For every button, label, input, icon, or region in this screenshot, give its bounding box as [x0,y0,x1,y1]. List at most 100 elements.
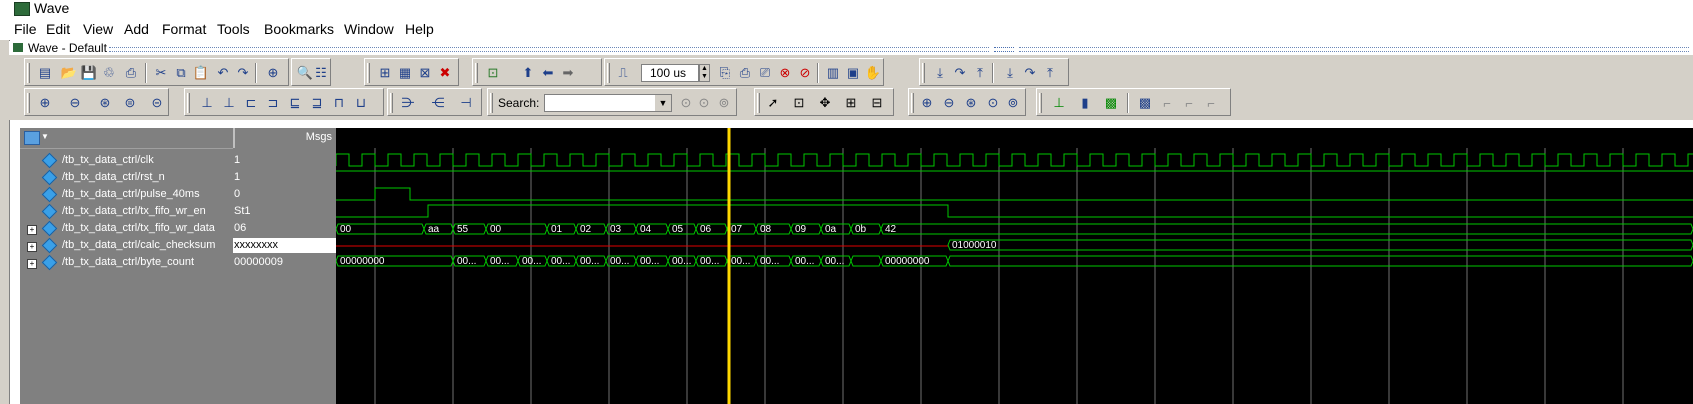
pane-grip-left[interactable] [109,47,989,52]
insert-cursor-icon[interactable]: ⊕ [35,93,55,113]
wave-2-icon[interactable]: ▮ [1075,93,1095,113]
back-icon[interactable]: ⬅ [538,63,558,83]
menu-format[interactable]: Format [162,21,206,37]
menu-add[interactable]: Add [124,21,149,37]
step-out-2-icon[interactable]: ⤒ [1040,63,1060,83]
waveform-canvas[interactable]: 00 aa 55 00 01 02 03 04 05 06 07 08 09 0a 0b 42 01000010… [336,128,1693,404]
step-over-icon[interactable]: ↷ [950,63,970,83]
run-all-icon[interactable]: ⎚ [755,63,775,83]
wave-3-icon[interactable]: ▩ [1101,93,1121,113]
menu-help[interactable]: Help [405,21,434,37]
compile-icon[interactable]: ⊞ [375,63,395,83]
search-prev-icon[interactable]: ⊙ [676,93,696,113]
signal-row-rst-n[interactable]: /tb_tx_data_ctrl/rst_n 1 [20,169,336,186]
lock-cursor-icon[interactable]: ⊛ [95,93,115,113]
edge-pos-icon[interactable]: ⊔ [351,93,371,113]
print-icon[interactable]: ⎙ [121,63,141,83]
expand-icon[interactable]: + [27,242,37,252]
zoom-region-icon[interactable]: ⊚ [1003,93,1023,113]
zoom-in-icon[interactable]: ⊕ [917,93,937,113]
zoom-out-icon[interactable]: ⊖ [939,93,959,113]
signal-row-calc-checksum[interactable]: + /tb_tx_data_ctrl/calc_checksum xxxxxxx… [20,237,336,254]
new-icon[interactable]: ▤ [35,63,55,83]
collapse-icon[interactable]: ⋲ [428,93,448,113]
rising-edge-icon[interactable]: ⊐ [263,93,283,113]
zoom-full-icon[interactable]: ⊛ [961,93,981,113]
wave-6-icon[interactable]: ⌐ [1179,93,1199,113]
save-icon[interactable]: 💾 [79,63,99,83]
copy-icon[interactable]: ⧉ [171,63,191,83]
edge-next-icon[interactable]: ⊥ [219,93,239,113]
expand-icon[interactable]: ⋺ [398,93,418,113]
run-length-icon[interactable]: ⎍ [613,63,633,83]
select-icon[interactable]: ➚ [763,93,783,113]
step-over-2-icon[interactable]: ↷ [1020,63,1040,83]
wave-options-icon[interactable] [24,131,40,145]
signal-row-clk[interactable]: /tb_tx_data_ctrl/clk 1 [20,152,336,169]
run-length-spinner[interactable]: ▲ ▼ [699,64,710,82]
zoom-cursor-icon[interactable]: ⊙ [983,93,1003,113]
schematic-icon[interactable]: ⊟ [867,93,887,113]
break-icon[interactable]: ⊠ [415,63,435,83]
search-options-icon[interactable]: ⊚ [714,93,734,113]
search-dropdown-icon[interactable]: ▼ [655,95,671,111]
menu-edit[interactable]: Edit [46,21,70,37]
run-icon[interactable]: ⎘ [715,63,735,83]
expand-icon[interactable]: + [27,225,37,235]
zoom-box-icon[interactable]: ⊡ [789,93,809,113]
cursor-edit-icon[interactable]: ⊜ [120,93,140,113]
break-all-icon[interactable]: ⊗ [775,63,795,83]
step-into-2-icon[interactable]: ⤓ [1000,63,1020,83]
glitch-icon[interactable]: ⊑ [285,93,305,113]
wave-4-icon[interactable]: ▩ [1135,93,1155,113]
continue-icon[interactable]: ⎙ [735,63,755,83]
group-icon[interactable]: ⊣ [456,93,476,113]
redo-icon[interactable]: ↷ [233,63,253,83]
reload-icon[interactable]: ♲ [99,63,119,83]
open-icon[interactable]: 📂 [59,63,79,83]
stop-icon[interactable]: ✖ [435,63,455,83]
menu-window[interactable]: Window [344,21,394,37]
falling-edge-icon[interactable]: ⊏ [241,93,261,113]
wave-1-icon[interactable]: ⊥ [1049,93,1069,113]
delete-cursor-icon[interactable]: ⊖ [65,93,85,113]
restart-icon[interactable]: ⊡ [483,63,503,83]
undo-icon[interactable]: ↶ [213,63,233,83]
pane-grip-right[interactable] [1019,47,1689,52]
pane-grip-handle[interactable] [994,47,1014,52]
step-out-icon[interactable]: ⤒ [970,63,990,83]
edge-neg-icon[interactable]: ⊓ [329,93,349,113]
signal-row-tx-fifo-wr-data[interactable]: + /tb_tx_data_ctrl/tx_fifo_wr_data 06 [20,220,336,237]
edge-prev-icon[interactable]: ⊥ [197,93,217,113]
signal-row-pulse-40ms[interactable]: /tb_tx_data_ctrl/pulse_40ms 0 [20,186,336,203]
menu-file[interactable]: File [14,21,37,37]
menu-bookmarks[interactable]: Bookmarks [264,21,334,37]
memory-icon[interactable]: ▣ [843,63,863,83]
menu-tools[interactable]: Tools [217,21,250,37]
move-icon[interactable]: ✥ [815,93,835,113]
expand-icon[interactable]: + [27,259,37,269]
dataflow-icon[interactable]: ⊞ [841,93,861,113]
performance-icon[interactable]: ▥ [823,63,843,83]
search-input[interactable]: ▼ [544,94,672,112]
add-icon[interactable]: ⊕ [263,63,283,83]
step-into-icon[interactable]: ⤓ [930,63,950,83]
run-length-input[interactable]: 100 us [641,64,699,82]
forward-icon[interactable]: ➡ [558,63,578,83]
waveform-pane[interactable]: 00 aa 55 00 01 02 03 04 05 06 07 08 09 0a 0b 42 01000010… [336,128,1693,404]
menu-view[interactable]: View [83,21,113,37]
hand-icon[interactable]: ✋ [863,63,883,83]
cursor-goto-icon[interactable]: ⊝ [147,93,167,113]
format-icon[interactable]: ☷ [311,63,331,83]
cut-icon[interactable]: ✂ [151,63,171,83]
signal-row-tx-fifo-wr-en[interactable]: /tb_tx_data_ctrl/tx_fifo_wr_en St1 [20,203,336,220]
wave-7-icon[interactable]: ⌐ [1201,93,1221,113]
chevron-down-icon[interactable]: ▼ [41,132,49,141]
up-icon[interactable]: ⬆ [518,63,538,83]
edge-any-icon[interactable]: ⊒ [307,93,327,113]
paste-icon[interactable]: 📋 [191,63,211,83]
wave-5-icon[interactable]: ⌐ [1157,93,1177,113]
stop-sim-icon[interactable]: ⊘ [795,63,815,83]
simulate-icon[interactable]: ▦ [395,63,415,83]
search-next-icon[interactable]: ⊙ [694,93,714,113]
